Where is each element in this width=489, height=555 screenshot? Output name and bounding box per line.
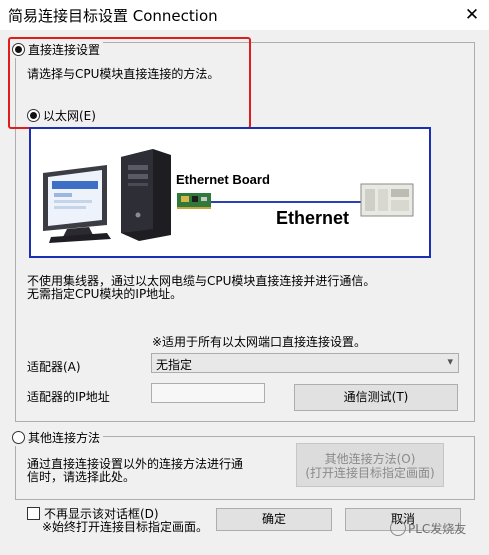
pc-tower-icon: [121, 149, 171, 241]
watermark: PLC发烧友: [390, 520, 486, 554]
adapter-select[interactable]: 无指定 ▾: [151, 353, 459, 373]
plc-module-icon: [360, 183, 414, 217]
window-title: 简易连接目标设置 Connection: [8, 7, 218, 25]
connection-diagram: Ethernet Board Ethernet: [29, 127, 431, 258]
adapter-ip-field[interactable]: [151, 383, 265, 403]
highlight-annotation: [8, 37, 251, 129]
watermark-text: PLC发烧友: [408, 522, 467, 536]
other-connection-label: 其他连接方法: [28, 431, 101, 445]
adapter-selected-value: 无指定: [156, 358, 193, 372]
radio-icon: [12, 431, 25, 444]
ethernet-network-label: Ethernet: [276, 208, 349, 228]
monitor-icon: [43, 165, 111, 243]
other-connection-desc-2: 信时，请选择此处。: [27, 470, 136, 484]
communication-test-button[interactable]: 通信测试(T): [294, 384, 458, 411]
info-line-2: 无需指定CPU模块的IP地址。: [27, 287, 183, 301]
other-connection-button-line-1: 其他连接方法(O): [324, 452, 416, 466]
title-bar: 简易连接目标设置 Connection ✕: [0, 0, 489, 30]
ethernet-board-label: Ethernet Board: [176, 172, 270, 187]
chevron-down-icon: ▾: [447, 355, 453, 368]
ethernet-port-note: ※适用于所有以太网端口直接连接设置。: [152, 335, 367, 349]
wechat-icon: [390, 520, 406, 536]
diagram-illustration: Ethernet Board Ethernet: [43, 149, 414, 243]
close-icon[interactable]: ✕: [461, 4, 483, 26]
other-connection-button-line-2: (打开连接目标指定画面): [305, 466, 435, 480]
ethernet-board-icon: [177, 193, 211, 209]
dont-show-again-note: ※始终打开连接目标指定画面。: [42, 520, 209, 534]
ok-button[interactable]: 确定: [216, 508, 332, 531]
other-connection-radio[interactable]: 其他连接方法: [12, 429, 104, 446]
adapter-label: 适配器(A): [27, 360, 81, 374]
adapter-ip-label: 适配器的IP地址: [27, 390, 110, 404]
other-connection-method-button[interactable]: 其他连接方法(O) (打开连接目标指定画面): [296, 443, 444, 487]
checkbox-icon: [27, 507, 40, 520]
